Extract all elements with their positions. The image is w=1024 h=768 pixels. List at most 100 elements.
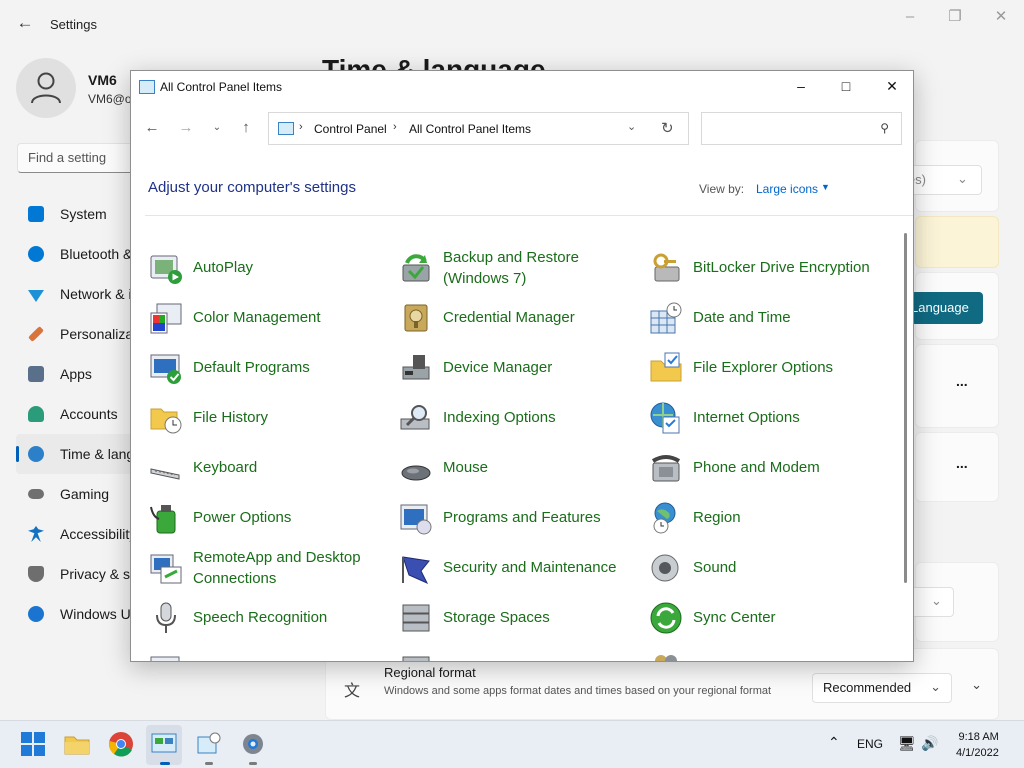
cp-item-region[interactable]: Region: [649, 497, 889, 541]
back-arrow-icon[interactable]: ←: [141, 117, 163, 139]
cp-item-file-history[interactable]: File History: [149, 397, 389, 441]
search-control-panel-input[interactable]: ⚲: [701, 112, 902, 145]
cp-item-sync-center[interactable]: Sync Center: [649, 597, 889, 641]
cp-item-keyboard[interactable]: Keyboard: [149, 447, 389, 491]
language-item-card: ...: [915, 344, 999, 428]
cp-item-date-time[interactable]: Date and Time: [649, 297, 889, 341]
maximize-icon[interactable]: □: [823, 71, 869, 101]
cp-item-device-manager[interactable]: Device Manager: [399, 347, 639, 391]
minimize-icon[interactable]: –: [895, 6, 925, 28]
backup-restore-icon: [402, 254, 430, 282]
cp-item-label: Keyboard: [193, 459, 258, 476]
forward-arrow-icon[interactable]: →: [175, 117, 197, 139]
find-setting-input[interactable]: Find a setting: [17, 143, 142, 173]
volume-icon[interactable]: 🔊: [921, 735, 938, 752]
cp-item-partial[interactable]: [149, 647, 389, 661]
expand-chevron-icon[interactable]: ⌄: [971, 677, 982, 693]
cp-item-label: Speech Recognition: [193, 609, 328, 626]
cp-item-programs-features[interactable]: Programs and Features: [399, 497, 639, 541]
mouse-icon: [401, 465, 431, 481]
breadcrumb-separator-icon[interactable]: ›: [393, 121, 397, 133]
nav-item-accessibility[interactable]: Accessibility: [16, 514, 136, 554]
settings-gear-icon[interactable]: [240, 731, 266, 757]
device-manager-icon: [402, 355, 430, 380]
nav-item-windows-update[interactable]: Windows Update: [16, 594, 136, 634]
regional-format-dropdown[interactable]: Recommended ⌄: [812, 673, 952, 703]
cp-item-power-options[interactable]: Power Options: [149, 497, 389, 541]
cp-item-backup-restore[interactable]: Backup and Restore (Windows 7): [399, 247, 639, 291]
cp-item-color-management[interactable]: Color Management: [149, 297, 389, 341]
more-options-icon[interactable]: ...: [956, 373, 968, 389]
cp-item-sound[interactable]: Sound: [649, 547, 889, 591]
settings-card: ates)⌄: [896, 140, 999, 212]
cp-item-bitlocker[interactable]: BitLocker Drive Encryption: [649, 247, 889, 291]
control-panel-taskbar-icon[interactable]: [151, 731, 177, 757]
nav-item-accounts[interactable]: Accounts: [16, 394, 136, 434]
cp-item-internet-options[interactable]: Internet Options: [649, 397, 889, 441]
file-explorer-icon[interactable]: [64, 731, 90, 757]
user-email: VM6@o: [88, 92, 130, 106]
address-bar[interactable]: › Control Panel › All Control Panel Item…: [268, 112, 689, 145]
breadcrumb-all-items[interactable]: All Control Panel Items: [409, 122, 531, 136]
back-arrow-icon[interactable]: ←: [14, 12, 36, 34]
minimize-icon[interactable]: –: [778, 71, 824, 101]
maximize-icon[interactable]: ❐: [940, 6, 970, 28]
cp-item-partial[interactable]: [399, 647, 639, 661]
avatar[interactable]: [16, 58, 76, 118]
more-options-icon[interactable]: ...: [956, 455, 968, 471]
cp-item-label: Device Manager: [443, 359, 553, 376]
address-history-chevron-icon[interactable]: ⌄: [627, 120, 636, 133]
refresh-icon[interactable]: ↻: [661, 119, 674, 137]
cp-item-label: Sync Center: [693, 609, 776, 626]
cp-item-indexing-options[interactable]: Indexing Options: [399, 397, 639, 441]
nav-item-apps[interactable]: Apps: [16, 354, 136, 394]
network-icon[interactable]: 🖥: [898, 735, 916, 752]
user-name: VM6: [88, 72, 117, 88]
vertical-scrollbar[interactable]: [904, 233, 907, 583]
close-icon[interactable]: ✕: [869, 71, 913, 101]
cp-item-storage-spaces[interactable]: Storage Spaces: [399, 597, 639, 641]
taskbar-navigation-icon: [150, 656, 180, 661]
nav-item-time-language[interactable]: Time & language: [16, 434, 136, 474]
cp-item-credential-manager[interactable]: Credential Manager: [399, 297, 639, 341]
wifi-icon: [28, 290, 44, 302]
view-by-dropdown[interactable]: Large icons: [756, 182, 818, 196]
nav-item-gaming[interactable]: Gaming: [16, 474, 136, 514]
nav-item-network[interactable]: Network & internet: [16, 274, 136, 314]
cp-item-speech-recognition[interactable]: Speech Recognition: [149, 597, 389, 641]
view-by-caret-icon[interactable]: ▼: [821, 182, 830, 192]
cp-item-label: Credential Manager: [443, 309, 575, 326]
nav-item-bluetooth[interactable]: Bluetooth & devices: [16, 234, 136, 274]
show-hidden-icons-chevron-icon[interactable]: ⌃: [828, 734, 840, 751]
control-panel-alt-icon[interactable]: [196, 731, 222, 757]
cp-item-default-programs[interactable]: Default Programs: [149, 347, 389, 391]
cp-item-partial[interactable]: [649, 647, 889, 661]
breadcrumb-separator-icon[interactable]: ›: [299, 121, 303, 133]
nav-item-label: Apps: [60, 366, 92, 382]
running-indicator: [160, 762, 170, 765]
cp-item-security-maintenance[interactable]: Security and Maintenance: [399, 547, 639, 591]
up-arrow-icon[interactable]: ↑: [235, 117, 257, 139]
control-panel-titlebar: All Control Panel Items – □ ✕: [131, 71, 913, 103]
chrome-icon[interactable]: [108, 731, 134, 757]
cp-item-autoplay[interactable]: AutoPlay: [149, 247, 389, 291]
breadcrumb-control-panel[interactable]: Control Panel: [314, 122, 387, 136]
region-icon: [653, 502, 676, 534]
control-panel-items: AutoPlay Backup and Restore (Windows 7) …: [131, 217, 901, 661]
taskbar: ⌃ ENG 🖥 🔊 9:18 AM 4/1/2022: [0, 720, 1024, 768]
system-clock[interactable]: 9:18 AM 4/1/2022: [956, 729, 999, 761]
windows-start-icon[interactable]: [20, 731, 46, 757]
cp-item-phone-modem[interactable]: Phone and Modem: [649, 447, 889, 491]
cp-item-mouse[interactable]: Mouse: [399, 447, 639, 491]
nav-item-privacy[interactable]: Privacy & security: [16, 554, 136, 594]
nav-item-system[interactable]: System: [16, 194, 136, 234]
cp-item-remoteapp[interactable]: RemoteApp and Desktop Connections: [149, 547, 389, 591]
recent-locations-chevron-icon[interactable]: ⌄: [206, 117, 228, 139]
close-icon[interactable]: ✕: [986, 6, 1016, 28]
nav-item-personalization[interactable]: Personalization: [16, 314, 136, 354]
default-programs-icon: [150, 354, 181, 384]
input-language-indicator[interactable]: ENG: [857, 737, 883, 751]
language-item-card: ...: [915, 432, 999, 502]
cp-item-file-explorer-options[interactable]: File Explorer Options: [649, 347, 889, 391]
add-language-button[interactable]: Language: [911, 292, 983, 324]
